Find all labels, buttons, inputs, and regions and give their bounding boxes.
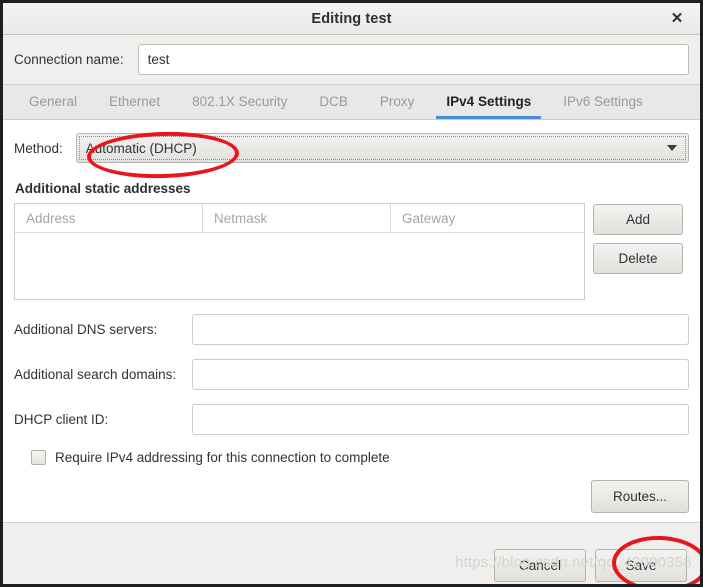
routes-row: Routes... — [14, 480, 689, 513]
add-button[interactable]: Add — [593, 204, 683, 235]
static-addresses-area: Address Netmask Gateway Add Delete — [14, 203, 689, 300]
dialog-action-bar: Cancel Save — [3, 523, 700, 584]
require-ipv4-checkbox[interactable] — [31, 450, 46, 465]
window-title: Editing test — [311, 10, 392, 27]
require-ipv4-label: Require IPv4 addressing for this connect… — [55, 450, 390, 465]
ipv4-settings-panel: Method: Automatic (DHCP) Additional stat… — [3, 120, 700, 523]
column-header-gateway[interactable]: Gateway — [391, 204, 584, 232]
table-side-buttons: Add Delete — [593, 203, 683, 274]
method-dropdown[interactable]: Automatic (DHCP) — [75, 133, 689, 163]
save-button[interactable]: Save — [595, 549, 687, 582]
method-label: Method: — [14, 140, 63, 156]
table-body-empty[interactable] — [15, 233, 584, 299]
chevron-down-icon — [667, 145, 677, 151]
routes-button[interactable]: Routes... — [591, 480, 689, 513]
method-row: Method: Automatic (DHCP) — [14, 120, 689, 163]
delete-button[interactable]: Delete — [593, 243, 683, 274]
dns-servers-input[interactable] — [192, 314, 689, 345]
tab-ipv6-settings[interactable]: IPv6 Settings — [547, 84, 659, 119]
connection-name-label: Connection name: — [14, 52, 124, 67]
column-header-netmask[interactable]: Netmask — [203, 204, 391, 232]
tab-8021x-security[interactable]: 802.1X Security — [176, 84, 303, 119]
tab-ipv4-settings[interactable]: IPv4 Settings — [430, 84, 547, 119]
cancel-button[interactable]: Cancel — [494, 549, 586, 582]
dns-servers-label: Additional DNS servers: — [14, 322, 158, 337]
tab-ethernet[interactable]: Ethernet — [93, 84, 176, 119]
dhcp-client-id-row: DHCP client ID: — [14, 404, 689, 435]
editing-connection-dialog: Editing test ✕ Connection name: General … — [0, 0, 703, 587]
static-addresses-title: Additional static addresses — [15, 181, 191, 196]
close-icon[interactable]: ✕ — [667, 9, 687, 29]
column-header-address[interactable]: Address — [15, 204, 203, 232]
tab-proxy[interactable]: Proxy — [364, 84, 431, 119]
tab-general[interactable]: General — [13, 84, 93, 119]
connection-name-row: Connection name: — [3, 35, 700, 84]
search-domains-input[interactable] — [192, 359, 689, 390]
method-selected-value: Automatic (DHCP) — [85, 140, 197, 156]
tab-dcb[interactable]: DCB — [303, 84, 364, 119]
search-domains-label: Additional search domains: — [14, 367, 177, 382]
dhcp-client-id-label: DHCP client ID: — [14, 412, 109, 427]
dns-servers-row: Additional DNS servers: — [14, 314, 689, 345]
tab-bar: General Ethernet 802.1X Security DCB Pro… — [3, 84, 700, 120]
static-addresses-table[interactable]: Address Netmask Gateway — [14, 203, 585, 300]
connection-name-input[interactable] — [137, 44, 689, 75]
table-header-row: Address Netmask Gateway — [15, 204, 584, 233]
dhcp-client-id-input[interactable] — [192, 404, 689, 435]
search-domains-row: Additional search domains: — [14, 359, 689, 390]
titlebar: Editing test ✕ — [3, 0, 700, 35]
require-ipv4-row[interactable]: Require IPv4 addressing for this connect… — [31, 450, 689, 465]
